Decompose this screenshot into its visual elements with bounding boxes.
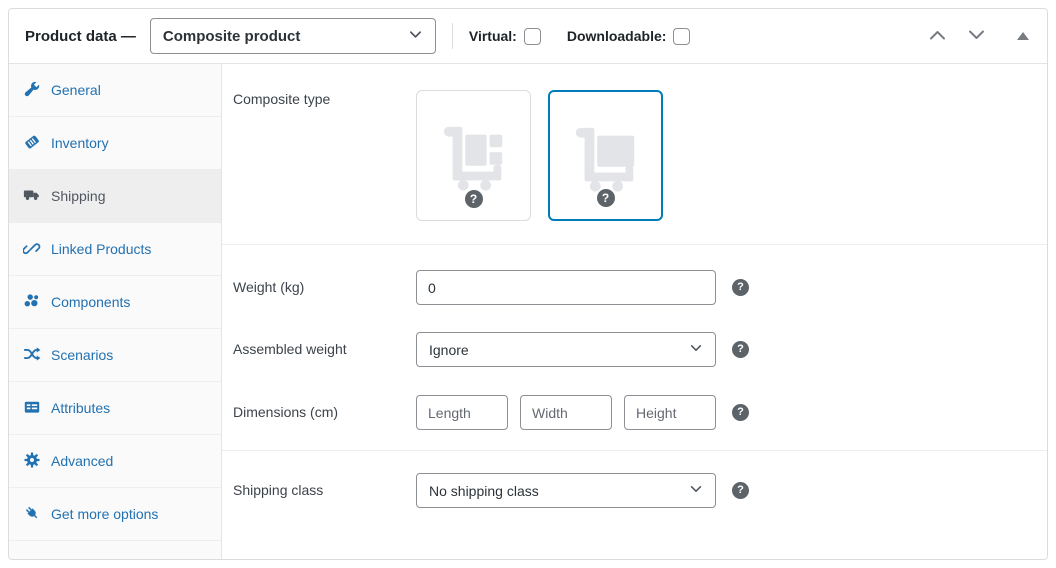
- question-mark-icon[interactable]: ?: [732, 482, 749, 499]
- tab-advanced[interactable]: Advanced: [9, 435, 221, 488]
- width-input[interactable]: [520, 395, 612, 430]
- length-input[interactable]: [416, 395, 508, 430]
- triangle-up-icon[interactable]: [1017, 32, 1029, 40]
- assembled-weight-label: Assembled weight: [222, 332, 416, 358]
- question-mark-icon[interactable]: ?: [465, 190, 483, 208]
- weight-label: Weight (kg): [222, 270, 416, 296]
- assembled-weight-value: Ignore: [429, 342, 469, 358]
- chevron-down-icon: [408, 27, 423, 46]
- gear-icon: [23, 451, 41, 472]
- tab-components[interactable]: Components: [9, 276, 221, 329]
- tab-linked-products-label: Linked Products: [51, 241, 151, 257]
- composite-type-label: Composite type: [222, 90, 416, 108]
- question-mark-icon[interactable]: ?: [597, 189, 615, 207]
- composite-type-row: Composite type: [222, 64, 1047, 244]
- truck-icon: [23, 186, 41, 207]
- link-icon: [23, 239, 41, 260]
- tab-inventory-label: Inventory: [51, 135, 109, 151]
- tab-linked-products[interactable]: Linked Products: [9, 223, 221, 276]
- tab-attributes-label: Attributes: [51, 400, 110, 416]
- shipping-class-label: Shipping class: [222, 473, 416, 499]
- chevron-up-icon: [929, 29, 946, 44]
- weight-input[interactable]: [416, 270, 716, 305]
- tab-general[interactable]: General: [9, 64, 221, 117]
- weight-row: Weight (kg) ?: [222, 270, 1047, 305]
- tab-scenarios[interactable]: Scenarios: [9, 329, 221, 382]
- move-up-button[interactable]: [929, 29, 946, 44]
- tab-advanced-label: Advanced: [51, 453, 113, 469]
- shuffle-icon: [23, 345, 41, 366]
- composite-type-option-single[interactable]: ?: [548, 90, 663, 221]
- downloadable-checkbox[interactable]: [673, 28, 690, 45]
- chevron-down-icon: [689, 341, 703, 358]
- wrench-icon: [23, 80, 41, 101]
- tab-general-label: General: [51, 82, 101, 98]
- shipping-class-row: Shipping class No shipping class ?: [222, 473, 1047, 508]
- product-type-value: Composite product: [163, 28, 301, 45]
- panel-body: General Inventory Shipping: [9, 64, 1047, 560]
- tab-get-more-options[interactable]: Get more options: [9, 488, 221, 541]
- panel-header: Product data — Composite product Virtual…: [9, 9, 1047, 64]
- tab-components-label: Components: [51, 294, 130, 310]
- product-data-panel: Product data — Composite product Virtual…: [8, 8, 1048, 560]
- downloadable-option: Downloadable:: [567, 28, 691, 45]
- product-data-metabox: Product data — Composite product Virtual…: [0, 0, 1056, 568]
- list-table-icon: [23, 398, 41, 419]
- chevron-down-icon: [689, 482, 703, 499]
- height-input[interactable]: [624, 395, 716, 430]
- product-data-tabs: General Inventory Shipping: [9, 64, 222, 560]
- inventory-tag-icon: [23, 133, 41, 154]
- plug-icon: [23, 504, 41, 525]
- shipping-class-value: No shipping class: [429, 483, 539, 499]
- product-type-select[interactable]: Composite product: [150, 18, 436, 54]
- virtual-label: Virtual:: [469, 28, 517, 44]
- composite-type-options: ?: [416, 90, 663, 221]
- downloadable-label: Downloadable:: [567, 28, 667, 44]
- composite-type-option-multiple[interactable]: ?: [416, 90, 531, 221]
- virtual-option: Virtual:: [469, 28, 541, 45]
- tab-shipping[interactable]: Shipping: [9, 170, 221, 223]
- shipping-panel: Composite type: [222, 64, 1047, 560]
- dimensions-row: Dimensions (cm) ?: [222, 395, 1047, 430]
- tab-scenarios-label: Scenarios: [51, 347, 113, 363]
- section-divider: [222, 244, 1047, 245]
- header-divider: [452, 23, 453, 49]
- question-mark-icon[interactable]: ?: [732, 341, 749, 358]
- question-mark-icon[interactable]: ?: [732, 279, 749, 296]
- shipping-class-select[interactable]: No shipping class: [416, 473, 716, 508]
- assembled-weight-select[interactable]: Ignore: [416, 332, 716, 367]
- dimensions-label: Dimensions (cm): [222, 395, 416, 421]
- move-down-button[interactable]: [968, 29, 985, 44]
- chevron-down-icon: [968, 29, 985, 44]
- assembled-weight-row: Assembled weight Ignore ?: [222, 332, 1047, 367]
- virtual-checkbox[interactable]: [524, 28, 541, 45]
- tab-inventory[interactable]: Inventory: [9, 117, 221, 170]
- tab-shipping-label: Shipping: [51, 188, 106, 204]
- tab-attributes[interactable]: Attributes: [9, 382, 221, 435]
- page-title: Product data —: [25, 28, 136, 45]
- components-cluster-icon: [23, 292, 41, 313]
- question-mark-icon[interactable]: ?: [732, 404, 749, 421]
- section-divider: [222, 450, 1047, 451]
- tab-get-more-options-label: Get more options: [51, 506, 158, 522]
